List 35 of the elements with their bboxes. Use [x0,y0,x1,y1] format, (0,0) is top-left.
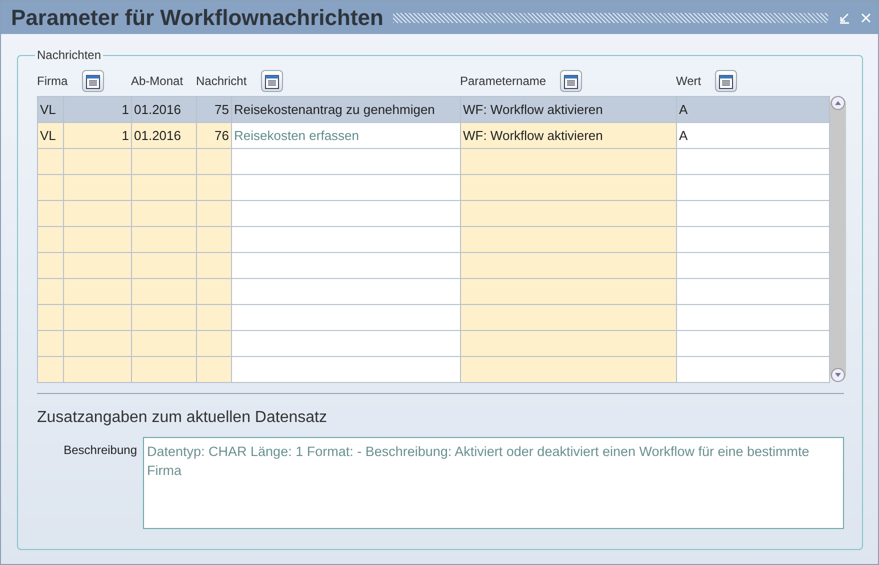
column-header: Wert [676,74,702,88]
column-header: Firma [37,74,68,88]
table-row[interactable]: VL 1 01.2016 76 Reisekosten erfassen WF: Workflow aktivieren A [38,123,830,149]
table-cell[interactable]: A [677,97,830,123]
minimize-icon[interactable] [838,12,850,24]
table-cell[interactable]: Reisekostenantrag zu genehmigen [232,97,461,123]
table-cell[interactable]: 75 [197,97,232,123]
section-heading: Zusatzangaben zum aktuellen Datensatz [37,409,328,427]
column-header: Nachricht [196,74,247,88]
column-header: Parametername [460,74,546,88]
column-options-button[interactable] [560,70,582,92]
field-label: Beschreibung [62,442,137,459]
close-icon[interactable] [860,12,872,24]
table-cell[interactable]: 01.2016 [132,123,197,149]
scroll-up-icon[interactable] [831,96,845,110]
group-legend: Nachrichten [35,48,104,62]
table-cell[interactable]: 01.2016 [132,97,197,123]
table-cell[interactable]: WF: Workflow aktivieren [461,123,677,149]
table-cell[interactable]: WF: Workflow aktivieren [461,97,677,123]
table-cell[interactable]: VL [38,123,64,149]
table-cell[interactable]: Reisekosten erfassen [232,123,461,149]
column-options-button[interactable] [260,70,283,92]
table-row[interactable]: VL 1 01.2016 75 Reisekostenantrag zu genehmigen WF: Workflow aktivieren A [38,97,830,123]
scroll-down-icon[interactable] [831,368,845,382]
description-field[interactable]: Datentyp: CHAR Länge: 1 Format: - Beschreibung: Aktiviert oder deaktiviert einen Workflow für eine bestimmte Firma [143,437,844,529]
table-cell[interactable]: 1 [64,123,132,149]
table-cell[interactable]: A [677,123,830,149]
window-title: Parameter für Workflownachrichten [11,4,384,30]
column-options-button[interactable] [82,70,104,92]
table-cell[interactable]: 1 [64,97,132,123]
table-cell[interactable]: VL [38,97,64,123]
column-header: Ab-Monat [131,74,184,88]
scrollbar[interactable] [830,96,846,382]
column-options-button[interactable] [715,70,738,92]
table-cell[interactable]: 76 [197,123,232,149]
